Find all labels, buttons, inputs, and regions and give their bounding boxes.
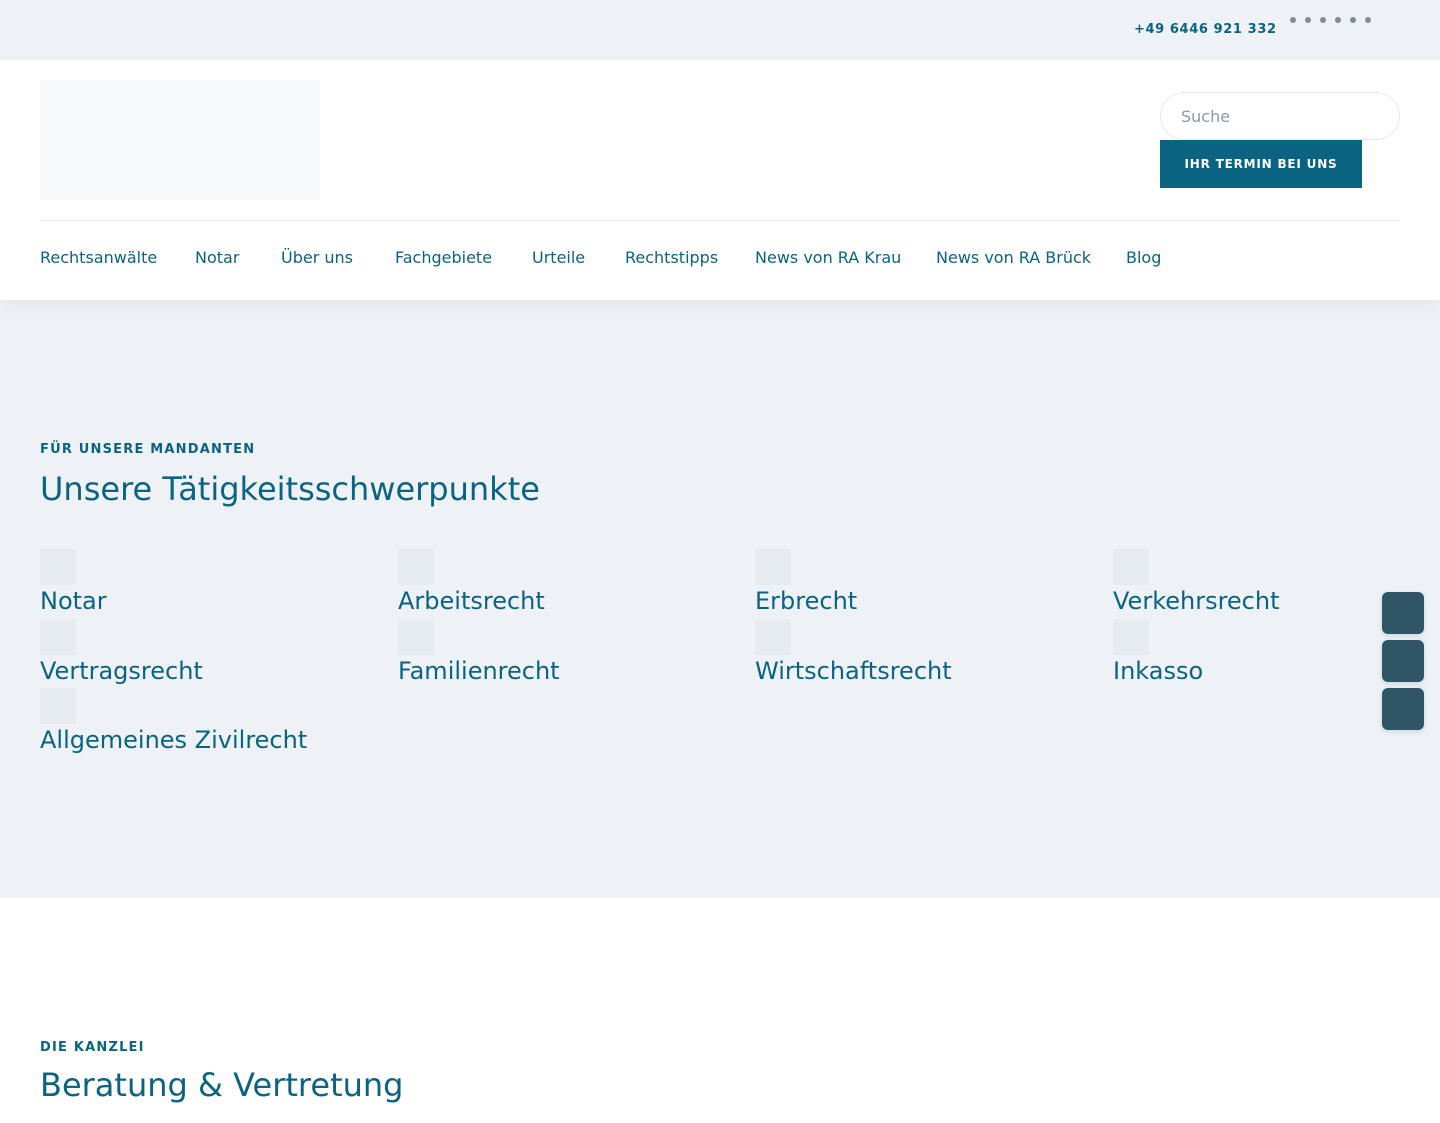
- kanzlei-section: Die Kanzlei Beratung & Vertretung: [0, 898, 1440, 1123]
- area-item-familienrecht[interactable]: Familienrecht: [398, 619, 738, 689]
- nav-item-rechtsanwaelte[interactable]: Rechtsanwälte: [40, 248, 157, 267]
- inkasso-icon: [1113, 619, 1149, 655]
- search-input[interactable]: [1160, 92, 1400, 140]
- social-icon-2[interactable]: [1305, 17, 1311, 23]
- area-label[interactable]: Wirtschaftsrecht: [755, 657, 952, 685]
- area-label[interactable]: Verkehrsrecht: [1113, 587, 1280, 615]
- area-item-zivilrecht[interactable]: Allgemeines Zivilrecht: [40, 688, 380, 758]
- wirtschaftsrecht-icon: [755, 619, 791, 655]
- social-icon-6[interactable]: [1365, 17, 1371, 23]
- erbrecht-icon: [755, 549, 791, 585]
- area-label[interactable]: Vertragsrecht: [40, 657, 203, 685]
- section-eyebrow: Für unsere Mandanten: [40, 442, 256, 457]
- area-item-notar[interactable]: Notar: [40, 549, 380, 619]
- zivilrecht-icon: [40, 688, 76, 724]
- area-item-arbeitsrecht[interactable]: Arbeitsrecht: [398, 549, 738, 619]
- nav-item-news-krau[interactable]: News von RA Krau: [755, 248, 901, 267]
- side-button-3[interactable]: [1382, 688, 1424, 730]
- area-label[interactable]: Erbrecht: [755, 587, 857, 615]
- nav-item-rechtstipps[interactable]: Rechtstipps: [625, 248, 718, 267]
- area-item-erbrecht[interactable]: Erbrecht: [755, 549, 1095, 619]
- area-label[interactable]: Inkasso: [1113, 657, 1203, 685]
- social-icon-3[interactable]: [1320, 17, 1326, 23]
- area-label[interactable]: Familienrecht: [398, 657, 560, 685]
- area-label[interactable]: Notar: [40, 587, 107, 615]
- social-icon-4[interactable]: [1335, 17, 1341, 23]
- main-nav: Rechtsanwälte Notar Über uns Fachgebiete…: [0, 248, 1440, 272]
- nav-item-news-brueck[interactable]: News von RA Brück: [936, 248, 1091, 267]
- arbeitsrecht-icon: [398, 549, 434, 585]
- nav-item-notar[interactable]: Notar: [195, 248, 239, 267]
- social-icon-1[interactable]: [1290, 17, 1296, 23]
- verkehrsrecht-icon: [1113, 549, 1149, 585]
- area-item-vertragsrecht[interactable]: Vertragsrecht: [40, 619, 380, 689]
- area-item-wirtschaftsrecht[interactable]: Wirtschaftsrecht: [755, 619, 1095, 689]
- header-divider: [40, 220, 1400, 221]
- notar-icon: [40, 549, 76, 585]
- nav-item-urteile[interactable]: Urteile: [532, 248, 585, 267]
- phone-link[interactable]: +49 6446 921 332: [1134, 22, 1277, 37]
- nav-item-blog[interactable]: Blog: [1126, 248, 1161, 267]
- social-icon-5[interactable]: [1350, 17, 1356, 23]
- vertragsrecht-icon: [40, 619, 76, 655]
- site-header: Ihr Termin bei uns Rechtsanwälte Notar Ü…: [0, 60, 1440, 300]
- side-button-1[interactable]: [1382, 592, 1424, 634]
- practice-areas-section: Für unsere Mandanten Unsere Tätigkeitssc…: [0, 300, 1440, 898]
- section-title: Unsere Tätigkeitsschwerpunkte: [40, 470, 540, 508]
- nav-item-ueber-uns[interactable]: Über uns: [281, 248, 353, 267]
- familienrecht-icon: [398, 619, 434, 655]
- nav-item-fachgebiete[interactable]: Fachgebiete: [395, 248, 492, 267]
- top-bar: +49 6446 921 332: [0, 0, 1440, 60]
- kanzlei-title: Beratung & Vertretung: [40, 1066, 404, 1104]
- area-label[interactable]: Allgemeines Zivilrecht: [40, 726, 307, 754]
- kanzlei-eyebrow: Die Kanzlei: [40, 1040, 145, 1055]
- area-label[interactable]: Arbeitsrecht: [398, 587, 545, 615]
- side-button-2[interactable]: [1382, 640, 1424, 682]
- appointment-button[interactable]: Ihr Termin bei uns: [1160, 140, 1362, 188]
- site-logo[interactable]: [40, 80, 320, 200]
- social-links: [1290, 16, 1371, 24]
